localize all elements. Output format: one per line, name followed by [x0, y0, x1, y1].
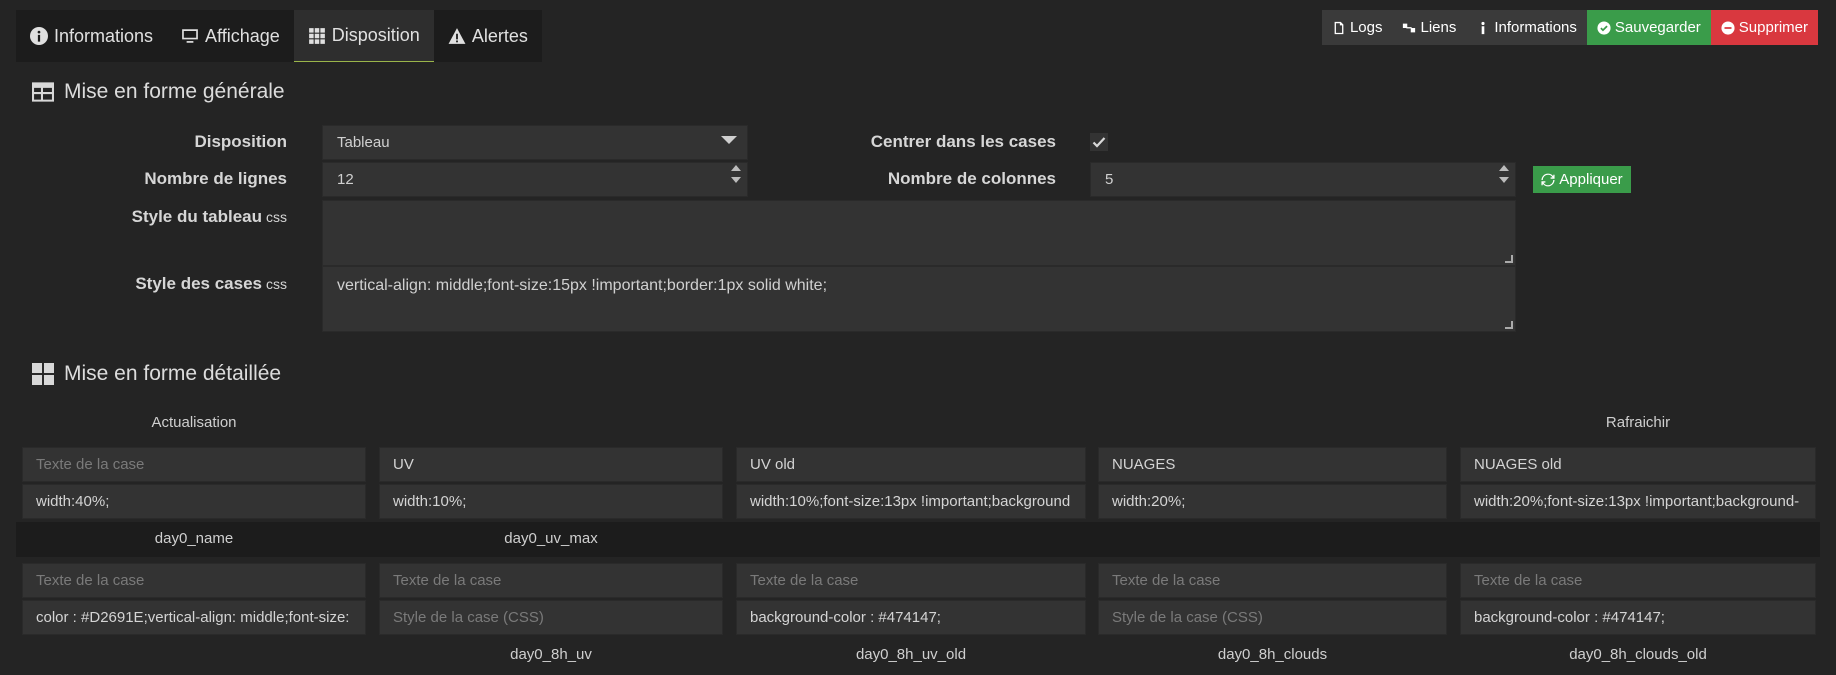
cols-stepper[interactable]	[1499, 165, 1509, 183]
cell-style-suffix: css	[266, 276, 287, 292]
cell-text-input[interactable]: Texte de la case	[736, 563, 1086, 598]
center-checkbox[interactable]	[1090, 133, 1108, 151]
delete-button[interactable]: Supprimer	[1710, 10, 1818, 45]
detailed-section-title: Mise en forme détaillée	[32, 362, 281, 386]
cell-style-input[interactable]: Style de la case (CSS)	[379, 600, 723, 635]
cell-style-input[interactable]: background-color : #474147;	[736, 600, 1086, 635]
cell-style-input[interactable]: width:10%;font-size:13px !important;back…	[736, 484, 1086, 519]
tab-label: Alertes	[471, 25, 528, 46]
grid-icon	[308, 27, 325, 44]
cell-text-input[interactable]: NUAGES	[1098, 447, 1447, 482]
save-label: Sauvegarder	[1614, 19, 1701, 36]
cols-value: 5	[1105, 171, 1114, 188]
liens-label: Liens	[1420, 19, 1457, 36]
chevron-down-icon	[721, 136, 737, 144]
col-header-day0-name: day0_name	[154, 530, 234, 547]
refresh-icon	[1541, 173, 1555, 186]
apply-button[interactable]: Appliquer	[1533, 166, 1631, 193]
table-style-label-text: Style du tableau	[131, 207, 262, 226]
disposition-select[interactable]: Tableau	[322, 125, 748, 160]
detailed-title-text: Mise en forme détaillée	[64, 362, 282, 385]
info-circle-icon	[30, 27, 48, 45]
cell-style-input[interactable]: color : #D2691E;vertical-align: middle;f…	[22, 600, 366, 635]
links-icon	[1403, 23, 1416, 32]
cell-style-input[interactable]: width:20%;font-size:13px !important;back…	[1460, 484, 1816, 519]
check-circle-icon	[1597, 20, 1611, 35]
cell-text-input[interactable]: Texte de la case	[1098, 563, 1447, 598]
th-large-icon	[32, 363, 54, 385]
table-style-label: Style du tableau css	[60, 207, 287, 227]
tab-label: Disposition	[331, 25, 420, 45]
informations-button[interactable]: Informations	[1466, 10, 1587, 45]
table-icon	[32, 82, 54, 102]
cell-style-label: Style des cases css	[60, 274, 287, 294]
action-bar: Logs Liens Informations Sauvegarder Supp…	[1321, 10, 1818, 45]
tab-informations[interactable]: Informations	[16, 10, 167, 62]
col-header-day0-8h-uv: day0_8h_uv	[510, 646, 592, 663]
tab-affichage[interactable]: Affichage	[167, 10, 294, 62]
cell-style-label-text: Style des cases	[135, 274, 262, 293]
rows-stepper[interactable]	[731, 165, 741, 183]
tab-bar: Informations Affichage Disposition Alert…	[16, 10, 542, 62]
cell-text-input[interactable]: UV	[379, 447, 723, 482]
col-header-day0-8h-clouds-old: day0_8h_clouds_old	[1569, 646, 1707, 663]
checkmark-icon	[1090, 133, 1108, 151]
rows-label: Nombre de lignes	[144, 169, 287, 188]
logs-button[interactable]: Logs	[1321, 10, 1393, 45]
table-style-suffix: css	[266, 209, 287, 225]
minus-circle-icon	[1721, 20, 1735, 35]
disposition-label: Disposition	[194, 132, 287, 151]
col-header-day0-uv-max: day0_uv_max	[504, 530, 598, 547]
liens-button[interactable]: Liens	[1392, 10, 1467, 45]
col-header-5: Rafraichir	[1605, 414, 1671, 431]
cell-text-input[interactable]: NUAGES old	[1460, 447, 1816, 482]
monitor-icon	[182, 29, 198, 43]
file-icon	[1334, 21, 1344, 34]
col-header-day0-8h-clouds: day0_8h_clouds	[1217, 646, 1328, 663]
cell-style-input[interactable]: width:40%;	[22, 484, 366, 519]
cell-style-input[interactable]: width:20%;	[1098, 484, 1447, 519]
cols-label: Nombre de colonnes	[887, 169, 1056, 188]
info-icon	[1481, 21, 1485, 34]
center-label: Centrer dans les cases	[870, 132, 1056, 151]
cell-text-input[interactable]: Texte de la case	[1460, 563, 1816, 598]
resize-handle-icon[interactable]	[1505, 255, 1513, 263]
cell-style-input[interactable]: width:10%;	[379, 484, 723, 519]
cell-text-input[interactable]: Texte de la case	[22, 447, 366, 482]
delete-label: Supprimer	[1738, 19, 1808, 36]
general-title-text: Mise en forme générale	[64, 80, 285, 103]
warning-icon	[448, 28, 466, 44]
tab-alertes[interactable]: Alertes	[434, 10, 542, 62]
apply-label: Appliquer	[1559, 171, 1623, 188]
save-button[interactable]: Sauvegarder	[1586, 10, 1711, 45]
cell-style-input[interactable]: background-color : #474147;	[1460, 600, 1816, 635]
col-header-1: Actualisation	[151, 414, 237, 431]
tab-disposition[interactable]: Disposition	[293, 10, 434, 62]
logs-label: Logs	[1349, 19, 1383, 36]
cell-style-value: vertical-align: middle;font-size:15px !i…	[337, 277, 828, 294]
resize-handle-icon[interactable]	[1505, 321, 1513, 329]
general-section-title: Mise en forme générale	[32, 80, 285, 104]
cell-style-input[interactable]: Style de la case (CSS)	[1098, 600, 1447, 635]
rows-value: 12	[337, 171, 354, 188]
tab-label: Affichage	[205, 25, 280, 46]
informations-label: Informations	[1494, 19, 1577, 36]
table-style-textarea[interactable]	[322, 200, 1516, 266]
cell-text-input[interactable]: UV old	[736, 447, 1086, 482]
tab-label: Informations	[54, 25, 154, 46]
disposition-value: Tableau	[337, 134, 390, 151]
rows-input[interactable]: 12	[322, 162, 748, 197]
cell-text-input[interactable]: Texte de la case	[22, 563, 366, 598]
cols-input[interactable]: 5	[1090, 162, 1516, 197]
cell-text-input[interactable]: Texte de la case	[379, 563, 723, 598]
col-header-day0-8h-uv-old: day0_8h_uv_old	[855, 646, 967, 663]
cell-style-textarea[interactable]: vertical-align: middle;font-size:15px !i…	[322, 266, 1516, 332]
